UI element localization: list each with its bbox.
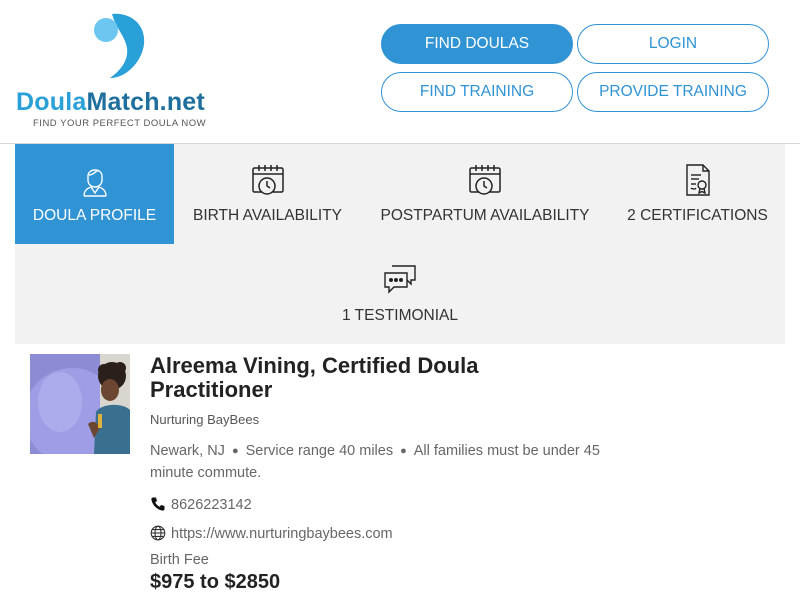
phone-number[interactable]: 8626223142 [171, 497, 252, 513]
find-training-button[interactable]: FIND TRAINING [381, 72, 573, 112]
tab-label: POSTPARTUM AVAILABILITY [380, 207, 590, 224]
location-city: Newark, NJ [150, 443, 225, 459]
profile-tabs: DOULA PROFILE BIRTH AVAILABILITY POSTPAR… [15, 144, 785, 344]
phone-icon [151, 497, 165, 511]
tab-label: DOULA PROFILE [32, 207, 157, 224]
tab-label: 2 CERTIFICATIONS [627, 207, 768, 224]
logo-tagline: FIND YOUR PERFECT DOULA NOW [33, 118, 207, 129]
calendar-clock-icon [469, 165, 501, 195]
tab-label: 1 TESTIMONIAL [342, 307, 458, 324]
separator-dot: ● [400, 445, 407, 457]
logo-wordmark: DoulaMatch.net [16, 88, 205, 117]
site-header: DoulaMatch.net FIND YOUR PERFECT DOULA N… [0, 0, 800, 144]
tab-testimonials[interactable]: 1 TESTIMONIAL [325, 244, 475, 344]
doula-person-icon [82, 169, 107, 197]
separator-dot: ● [231, 445, 239, 457]
doula-profile-photo [30, 354, 130, 454]
doula-name: Alreema Vining, Certified Doula Practiti… [150, 353, 479, 402]
tab-postpartum-availability[interactable]: POSTPARTUM AVAILABILITY [370, 144, 600, 244]
calendar-clock-icon [251, 165, 284, 195]
location-info: Newark, NJ ● Service range 40 miles ● All fa… [150, 441, 630, 484]
tab-label: BIRTH AVAILABILITY [192, 207, 343, 224]
logo-wordmark-part1: Doula [16, 88, 87, 116]
profile-photo-illustration [30, 354, 130, 454]
login-button[interactable]: LOGIN [577, 24, 769, 64]
certificate-icon [685, 164, 710, 196]
website-link[interactable]: https://www.nurturingbaybees.com [171, 526, 393, 542]
find-doulas-button[interactable]: FIND DOULAS [381, 24, 573, 64]
birth-fee-label: Birth Fee [150, 552, 209, 568]
logo-wordmark-part2: Match.net [86, 88, 205, 116]
birth-fee-value: $975 to $2850 [150, 571, 281, 593]
chat-bubbles-icon [384, 265, 416, 294]
globe-icon [150, 525, 166, 541]
phone-row[interactable]: 8626223142 [150, 496, 252, 513]
website-row[interactable]: https://www.nurturingbaybees.com [150, 525, 393, 542]
service-range: Service range 40 miles [245, 443, 394, 459]
tab-birth-availability[interactable]: BIRTH AVAILABILITY [180, 144, 355, 244]
site-logo[interactable]: DoulaMatch.net FIND YOUR PERFECT DOULA N… [16, 12, 226, 132]
provide-training-button[interactable]: PROVIDE TRAINING [577, 72, 769, 112]
business-name: Nurturing BayBees [150, 412, 260, 427]
tab-doula-profile[interactable]: DOULA PROFILE [15, 144, 174, 244]
logo-mark-icon [94, 13, 145, 78]
tab-certifications[interactable]: 2 CERTIFICATIONS [615, 144, 780, 244]
